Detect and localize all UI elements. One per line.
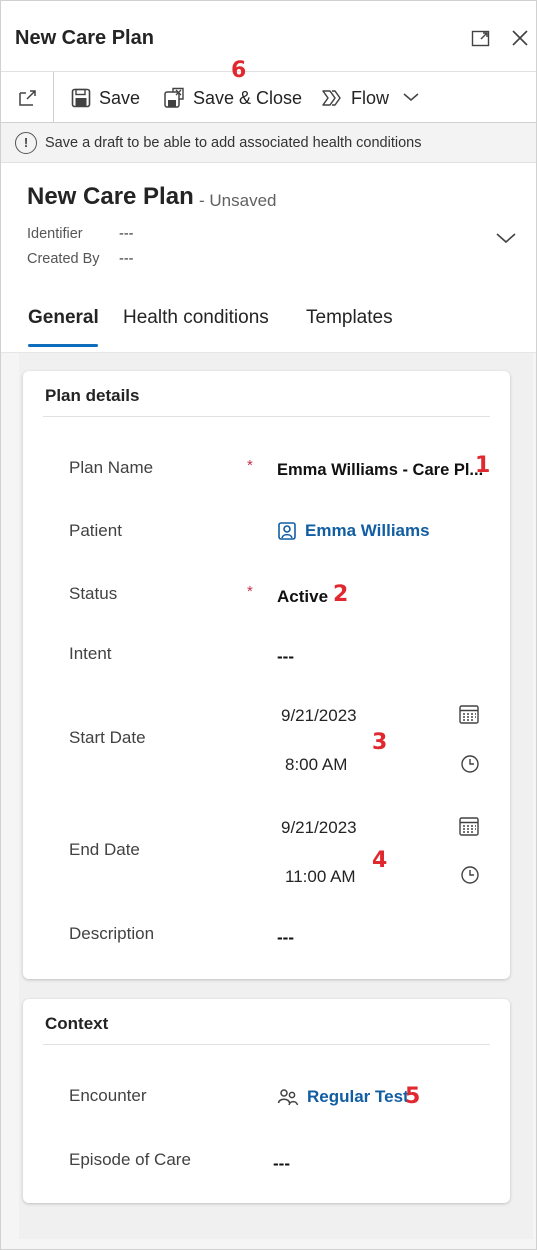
patient-lookup-link[interactable]: Emma Williams <box>277 521 430 541</box>
command-bar: Save Save & Close Flow <box>1 71 536 124</box>
annotation-5: 5 <box>405 1084 421 1109</box>
open-in-new-window-icon <box>19 90 36 106</box>
record-title: New Care Plan <box>27 183 194 210</box>
save-label: Save <box>99 87 141 108</box>
clock-icon[interactable] <box>460 754 480 774</box>
annotation-4: 4 <box>372 848 388 873</box>
command-separator <box>53 72 54 124</box>
end-time-input[interactable]: 11:00 AM <box>285 867 356 887</box>
required-indicator: * <box>247 583 253 600</box>
section-title-context: Context <box>45 1014 109 1033</box>
tab-templates[interactable]: Templates <box>306 307 393 329</box>
save-and-close-label: Save & Close <box>193 87 303 108</box>
created-by-value: --- <box>119 251 134 267</box>
identifier-label: Identifier <box>27 226 83 242</box>
intent-select[interactable]: --- <box>277 647 294 667</box>
annotation-2: 2 <box>333 582 349 607</box>
identifier-value: --- <box>119 226 134 242</box>
dialog-title: New Care Plan <box>15 27 154 49</box>
section-title-plan-details: Plan details <box>45 386 140 405</box>
context-section: Context Encounter Regular Test 5 Episode… <box>23 999 510 1203</box>
episode-of-care-label: Episode of Care <box>69 1150 191 1169</box>
patient-value: Emma Williams <box>305 521 430 540</box>
tab-general[interactable]: General <box>28 307 99 329</box>
expand-icon[interactable] <box>470 27 492 49</box>
description-label: Description <box>69 924 155 943</box>
tab-health-conditions[interactable]: Health conditions <box>123 307 269 329</box>
flow-label: Flow <box>351 87 390 108</box>
expand-header-chevron-icon[interactable] <box>495 231 517 245</box>
required-indicator: * <box>247 457 253 474</box>
annotation-6: 6 <box>231 58 247 83</box>
plan-details-section: Plan details Plan Name * Emma Williams -… <box>23 371 510 979</box>
active-tab-indicator <box>28 344 98 347</box>
end-date-input[interactable]: 9/21/2023 <box>281 818 357 838</box>
status-label: Status <box>69 584 118 603</box>
intent-label: Intent <box>69 644 112 663</box>
care-plan-dialog: New Care Plan Save Save & Close Flow 6 !… <box>0 0 537 1250</box>
flow-icon <box>322 90 341 106</box>
info-icon: ! <box>15 131 37 154</box>
contact-icon <box>278 522 296 540</box>
calendar-icon[interactable] <box>458 815 480 837</box>
end-date-label: End Date <box>69 840 140 859</box>
annotation-1: 1 <box>475 453 491 478</box>
open-in-new-window-button[interactable] <box>17 72 47 124</box>
save-button[interactable]: Save <box>71 72 140 124</box>
section-divider <box>43 416 490 417</box>
start-date-label: Start Date <box>69 728 146 747</box>
save-and-close-icon <box>164 87 184 108</box>
annotation-3: 3 <box>372 730 388 755</box>
status-select[interactable]: Active <box>277 587 328 607</box>
description-input[interactable]: --- <box>277 928 294 948</box>
start-date-input[interactable]: 9/21/2023 <box>281 706 357 726</box>
info-notification-bar: ! Save a draft to be able to add associa… <box>1 123 536 163</box>
plan-name-label: Plan Name <box>69 458 154 477</box>
dialog-titlebar: New Care Plan <box>1 1 536 71</box>
record-status: - Unsaved <box>199 191 277 210</box>
save-icon <box>71 88 91 108</box>
flow-button[interactable]: Flow <box>321 72 389 124</box>
chevron-down-icon[interactable] <box>402 91 420 103</box>
start-time-input[interactable]: 8:00 AM <box>285 755 347 775</box>
encounter-label: Encounter <box>69 1086 147 1105</box>
patient-label: Patient <box>69 521 122 540</box>
people-icon <box>277 1089 299 1106</box>
calendar-icon[interactable] <box>458 703 480 725</box>
close-icon[interactable] <box>509 27 531 49</box>
encounter-value: Regular Test <box>307 1087 409 1106</box>
notification-text: Save a draft to be able to add associate… <box>45 134 422 151</box>
clock-icon[interactable] <box>460 865 480 885</box>
plan-name-input[interactable]: Emma Williams - Care Pl... <box>277 461 483 480</box>
created-by-label: Created By <box>27 251 100 267</box>
encounter-lookup-link[interactable]: Regular Test <box>277 1087 409 1107</box>
section-divider <box>43 1044 490 1045</box>
record-header: New Care Plan - Unsaved Identifier --- C… <box>1 163 536 353</box>
episode-of-care-input[interactable]: --- <box>273 1154 290 1174</box>
